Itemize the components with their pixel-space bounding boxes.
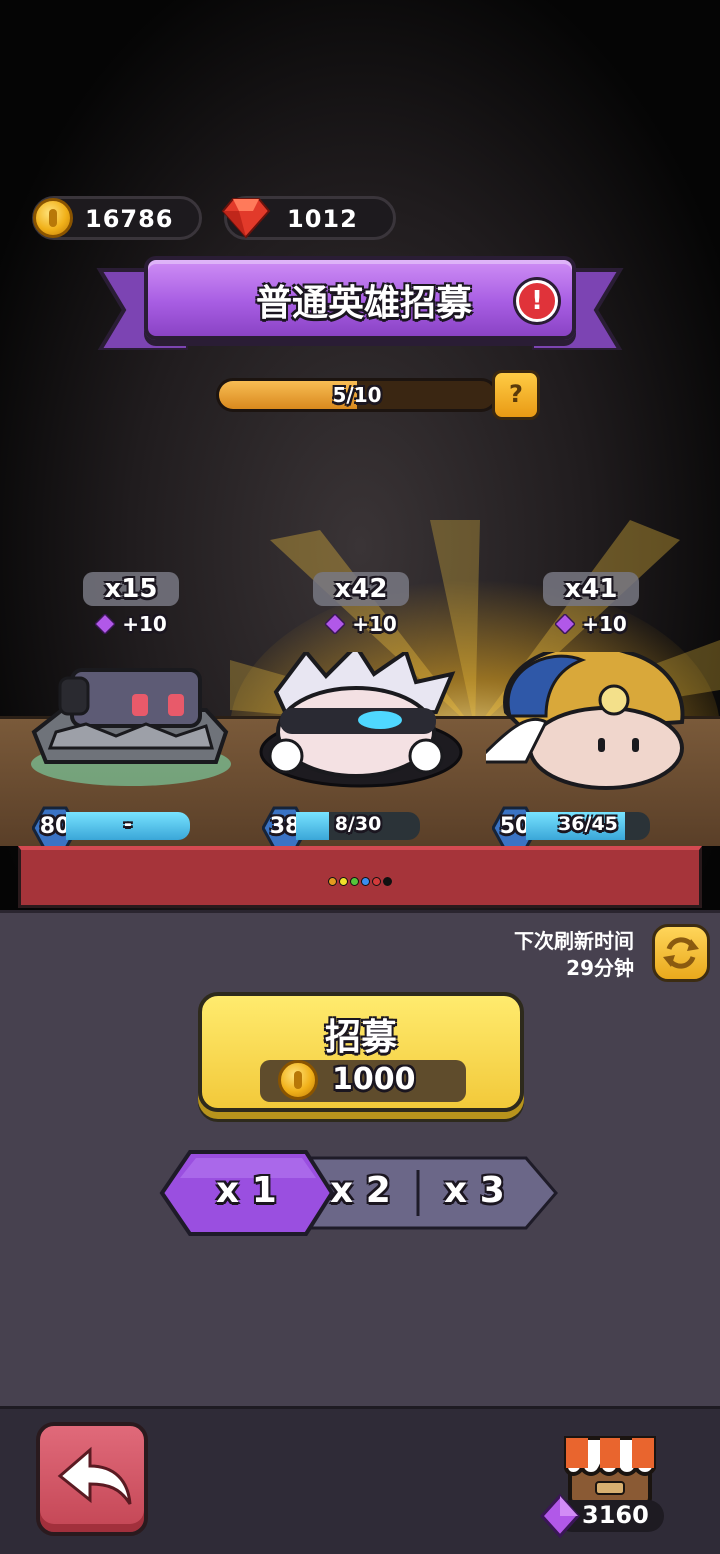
hero-bonus-value: +10 xyxy=(582,612,627,636)
ruby-gem-icon xyxy=(221,198,271,239)
info-alert-button[interactable]: ! xyxy=(516,280,558,322)
refresh-timer: 下次刷新时间 29分钟 xyxy=(514,928,634,982)
refresh-label: 下次刷新时间 xyxy=(514,929,634,953)
gem-counter: 1012 xyxy=(221,196,396,240)
coin-icon xyxy=(278,1060,318,1100)
recruit-label: 招募 xyxy=(324,1017,397,1058)
page-dot xyxy=(339,877,348,886)
page-dot xyxy=(383,877,392,886)
robot-hero-icon xyxy=(31,668,231,786)
page-dot xyxy=(350,877,359,886)
hero-bonus-value: +10 xyxy=(122,612,167,636)
shard-progress-bar: - xyxy=(66,812,190,840)
page-dot xyxy=(361,877,370,886)
hero-bonus: +10 xyxy=(486,612,696,636)
back-button[interactable] xyxy=(36,1422,148,1536)
recruit-cost: 1000 xyxy=(260,1060,466,1102)
hero-card[interactable]: x41 +10 50 36/45 xyxy=(486,572,696,850)
hero-bonus-value: +10 xyxy=(352,612,397,636)
coin-counter: 16786 xyxy=(32,196,202,240)
refresh-time: 29分钟 xyxy=(566,956,634,980)
hero-count: x42 xyxy=(313,572,409,606)
shard-progress-bar: 8/30 xyxy=(296,812,420,840)
multiplier-selector: x 1 x 2 x 3 xyxy=(156,1148,560,1238)
back-arrow-icon xyxy=(57,1446,132,1505)
coin-icon xyxy=(33,198,73,238)
shard-text: 36/45 xyxy=(558,813,618,835)
progress-text: 5/10 xyxy=(332,383,382,407)
refresh-button[interactable] xyxy=(652,924,710,982)
recruit-button[interactable]: 招募 1000 xyxy=(198,992,524,1112)
purple-gem-icon xyxy=(325,614,346,634)
multiplier-x1-tab[interactable]: x 1 xyxy=(216,1170,277,1211)
multiplier-x3-tab[interactable]: x 3 xyxy=(444,1170,505,1211)
purple-gem-icon xyxy=(540,1494,580,1538)
recruit-progress-bar: 5/10 xyxy=(216,378,498,412)
help-button[interactable]: ? xyxy=(492,370,540,420)
purple-gem-icon xyxy=(95,614,116,634)
pharaoh-hero-icon xyxy=(486,652,685,790)
banner-plate: 普通英雄招募 ! xyxy=(144,256,576,340)
gem-amount: 1012 xyxy=(287,205,358,233)
hero-bonus: +10 xyxy=(256,612,466,636)
shard-progress-bar: 36/45 xyxy=(526,812,650,840)
refresh-icon xyxy=(663,937,699,969)
purple-gem-icon xyxy=(555,614,576,634)
hero-card[interactable]: x15 +10 80 - xyxy=(26,572,236,850)
page-dot xyxy=(372,877,381,886)
title-banner: 普通英雄招募 ! xyxy=(96,256,624,360)
shard-text: 8/30 xyxy=(334,813,382,835)
recruit-cost-value: 1000 xyxy=(332,1062,416,1097)
page-dot xyxy=(328,877,337,886)
coin-amount: 16786 xyxy=(85,205,174,233)
hero-count: x41 xyxy=(543,572,639,606)
hero-bonus: +10 xyxy=(26,612,236,636)
shard-text: - xyxy=(124,813,132,835)
hero-card[interactable]: x42 +10 38 8/30 xyxy=(256,572,466,850)
multiplier-x2-tab[interactable]: x 2 xyxy=(330,1170,391,1211)
page-indicator xyxy=(328,877,392,886)
hero-count: x15 xyxy=(83,572,179,606)
shop-gem-amount: 3160 xyxy=(582,1501,649,1529)
ninja-hero-icon xyxy=(259,652,463,788)
